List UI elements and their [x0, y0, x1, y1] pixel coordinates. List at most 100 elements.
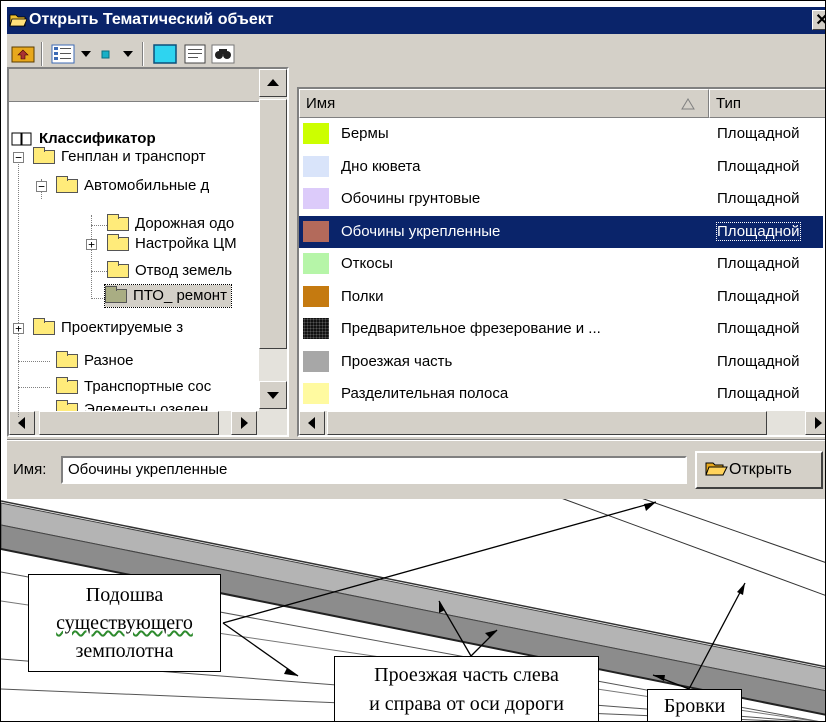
- tree-item-label: Генплан и транспорт: [61, 148, 206, 165]
- tree-item-dtm-settings[interactable]: Настройка ЦМ: [107, 233, 237, 255]
- arrow-down-icon: [267, 392, 279, 399]
- tree-item-pto-repair[interactable]: ПТО_ ремонт: [104, 284, 232, 308]
- collapse-toggle[interactable]: −: [36, 181, 47, 192]
- arrow-left-icon: [308, 417, 315, 429]
- open-thematic-object-dialog: Открыть Тематический объект ✕: [7, 7, 825, 499]
- scroll-right-button[interactable]: [805, 411, 825, 435]
- list-row[interactable]: Обочины укрепленные Площадной: [299, 215, 823, 248]
- book-icon: [11, 132, 32, 146]
- sort-arrow-icon: [681, 98, 695, 110]
- folder-icon: [107, 234, 129, 252]
- list-row-name: Предварительное фрезерование и ...: [341, 320, 601, 337]
- list-row[interactable]: Проезжая часть Площадной: [299, 346, 823, 378]
- list-row-name: Полки: [341, 287, 384, 305]
- scroll-down-button[interactable]: [259, 381, 287, 409]
- preview-icon[interactable]: [153, 44, 177, 64]
- list-row-type: Площадной: [717, 385, 800, 402]
- tree-item-label: Настройка ЦМ: [135, 235, 237, 252]
- folder-icon: [33, 318, 55, 336]
- tree-header: [9, 69, 259, 102]
- tree-item-transport-structures[interactable]: Транспортные сос: [56, 376, 211, 398]
- column-header-name[interactable]: Имя: [299, 89, 709, 118]
- scroll-right-button[interactable]: [231, 411, 257, 435]
- name-field[interactable]: Обочины укрепленные: [61, 456, 687, 484]
- scroll-thumb[interactable]: [259, 99, 287, 349]
- list-row-name: Проезжая часть: [341, 352, 453, 370]
- tree-vertical-scrollbar[interactable]: [259, 69, 287, 411]
- list-row-type: Площадной: [717, 157, 800, 175]
- list-row-name: Откосы: [341, 255, 393, 272]
- name-row-divider: [7, 439, 825, 441]
- folder-icon: [56, 400, 78, 411]
- toolbar-separator: [41, 42, 43, 66]
- dropdown-arrow-icon[interactable]: [121, 44, 135, 64]
- list-row[interactable]: Бермы Площадной: [299, 118, 823, 150]
- details-icon[interactable]: [183, 44, 207, 64]
- dialog-toolbar: [7, 38, 825, 68]
- tree-item-misc[interactable]: Разное: [56, 350, 134, 372]
- toolbar-separator: [142, 42, 144, 66]
- color-swatch: [303, 318, 329, 339]
- annotation-subgrade: Подошва существующего земполотна: [28, 574, 221, 672]
- scroll-left-button[interactable]: [9, 411, 35, 435]
- dialog-title: Открыть Тематический объект: [29, 11, 274, 28]
- list-row-type: Площадной: [717, 125, 800, 142]
- list-row-type: Площадной: [716, 221, 801, 241]
- dialog-titlebar[interactable]: Открыть Тематический объект ✕: [7, 7, 825, 34]
- tree-item-label: Проектируемые з: [61, 319, 184, 336]
- tree-item-label: Элементы озелен: [84, 401, 209, 411]
- annotation-carriageway-line1: Проезжая часть слева: [374, 664, 559, 686]
- arrow-right-icon: [815, 417, 822, 429]
- arrow-right-icon: [241, 417, 248, 429]
- color-swatch: [303, 285, 329, 307]
- tree-horizontal-scrollbar[interactable]: [9, 411, 287, 435]
- scroll-thumb[interactable]: [327, 411, 767, 435]
- arrow-left-icon: [18, 417, 25, 429]
- close-button[interactable]: ✕: [812, 10, 825, 30]
- open-button-label: Открыть: [729, 461, 792, 478]
- tree-item-land-allocation[interactable]: Отвод земель: [107, 260, 232, 282]
- list-row-type: Площадной: [717, 287, 800, 305]
- tree-item-label: Автомобильные д: [84, 177, 210, 194]
- tree-item-label: ПТО_ ремонт: [133, 287, 227, 304]
- list-row[interactable]: Предварительное фрезерование и ... Площад…: [299, 313, 823, 345]
- tree-item-road-pavement[interactable]: Дорожная одо: [107, 213, 234, 235]
- scroll-thumb[interactable]: [39, 411, 219, 435]
- tree-item-autoroads[interactable]: Автомобильные д: [56, 175, 209, 197]
- tree-item-designed[interactable]: Проектируемые з: [33, 317, 183, 339]
- list-row[interactable]: Обочины грунтовые Площадной: [299, 183, 823, 215]
- list-row[interactable]: Разделительная полоса Площадной: [299, 378, 823, 410]
- expand-toggle[interactable]: +: [86, 239, 97, 250]
- expand-toggle[interactable]: +: [13, 323, 24, 334]
- list-row-name: Бермы: [341, 125, 389, 142]
- color-swatch: [303, 383, 329, 404]
- list-row[interactable]: Дно кювета Площадной: [299, 151, 823, 183]
- tree-item-label: Транспортные сос: [84, 378, 212, 395]
- color-swatch: [303, 123, 329, 144]
- column-header-type[interactable]: Тип: [709, 89, 825, 118]
- list-row[interactable]: Полки Площадной: [299, 281, 823, 313]
- annotation-edges-label: Бровки: [663, 695, 726, 717]
- tree-item-greenery[interactable]: Элементы озелен: [56, 399, 208, 411]
- annotation-carriageway-line2: и справа от оси дороги: [369, 693, 564, 715]
- tree-line: [18, 387, 50, 388]
- view-list-icon[interactable]: [51, 44, 75, 64]
- open-button[interactable]: Открыть: [695, 451, 823, 489]
- dropdown-arrow-icon[interactable]: [79, 44, 93, 64]
- collapse-toggle[interactable]: −: [13, 152, 24, 163]
- tree-item-genplan[interactable]: Генплан и транспорт: [33, 146, 206, 168]
- scroll-up-button[interactable]: [259, 69, 287, 97]
- name-field-value: Обочины укрепленные: [68, 461, 228, 478]
- folder-icon: [105, 286, 127, 304]
- list-row-type: Площадной: [717, 320, 800, 337]
- arrow-subgrade-down: [222, 622, 299, 677]
- folder-up-icon[interactable]: [11, 44, 35, 64]
- list-row-type: Площадной: [717, 190, 800, 207]
- folder-icon: [107, 261, 129, 279]
- tree-line: [91, 225, 107, 226]
- small-square-icon[interactable]: [99, 44, 113, 64]
- scroll-left-button[interactable]: [299, 411, 325, 435]
- find-icon[interactable]: [211, 44, 235, 64]
- list-row[interactable]: Откосы Площадной: [299, 248, 823, 280]
- list-horizontal-scrollbar[interactable]: [299, 411, 825, 435]
